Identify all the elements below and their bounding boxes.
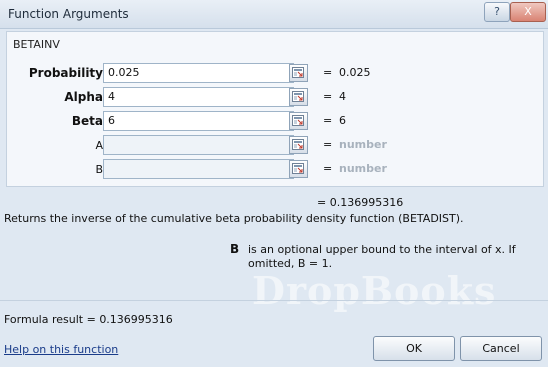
equals-sign: = (323, 66, 333, 79)
function-name: BETAINV (13, 38, 60, 51)
argument-label: A (95, 139, 103, 152)
divider (0, 300, 548, 301)
dialog-titlebar: Function Arguments ? X (0, 0, 548, 29)
argument-row-a: A = number (7, 135, 543, 157)
close-button[interactable]: X (510, 2, 546, 22)
argument-row-probability: Probability 0.025 = 0.025 (7, 63, 543, 85)
collapse-dialog-icon[interactable] (289, 88, 308, 106)
help-on-function-link[interactable]: Help on this function (4, 343, 118, 356)
function-description: Returns the inverse of the cumulative be… (4, 212, 464, 225)
argument-value: number (339, 138, 387, 151)
argument-label: Probability (28, 66, 103, 80)
argument-help-name: B (230, 242, 240, 256)
a-input[interactable] (103, 135, 294, 155)
b-input[interactable] (103, 159, 294, 179)
argument-value: number (339, 162, 387, 175)
help-button[interactable]: ? (484, 2, 510, 22)
argument-value: 6 (339, 114, 346, 127)
collapse-dialog-icon[interactable] (289, 64, 308, 82)
argument-help-text: is an optional upper bound to the interv… (248, 243, 516, 270)
argument-label: B (95, 163, 103, 176)
beta-input[interactable]: 6 (103, 111, 294, 131)
formula-result-value: 0.136995316 (99, 313, 173, 326)
equals-sign: = (317, 196, 327, 209)
collapse-dialog-icon[interactable] (289, 136, 308, 154)
argument-row-beta: Beta 6 = 6 (7, 111, 543, 133)
dialog-title: Function Arguments (8, 7, 129, 21)
collapse-dialog-icon[interactable] (289, 112, 308, 130)
equals-sign: = (323, 114, 333, 127)
argument-value: 4 (339, 90, 346, 103)
argument-label: Alpha (64, 90, 103, 104)
cancel-button[interactable]: Cancel (460, 336, 542, 361)
argument-value: 0.025 (339, 66, 371, 79)
formula-result: Formula result = 0.136995316 (4, 313, 173, 326)
function-result-value: 0.136995316 (329, 196, 404, 209)
formula-result-label: Formula result = (4, 313, 96, 326)
alpha-input[interactable]: 4 (103, 87, 294, 107)
collapse-dialog-icon[interactable] (289, 160, 308, 178)
function-result: = 0.136995316 (317, 196, 403, 209)
argument-row-alpha: Alpha 4 = 4 (7, 87, 543, 109)
equals-sign: = (323, 138, 333, 151)
argument-row-b: B = number (7, 159, 543, 181)
arguments-panel: BETAINV Probability 0.025 = 0.025 Alpha … (6, 31, 544, 187)
equals-sign: = (323, 162, 333, 175)
argument-label: Beta (71, 114, 103, 128)
ok-button[interactable]: OK (373, 336, 455, 361)
equals-sign: = (323, 90, 333, 103)
probability-input[interactable]: 0.025 (103, 63, 294, 83)
watermark: DropBooks (252, 268, 497, 313)
